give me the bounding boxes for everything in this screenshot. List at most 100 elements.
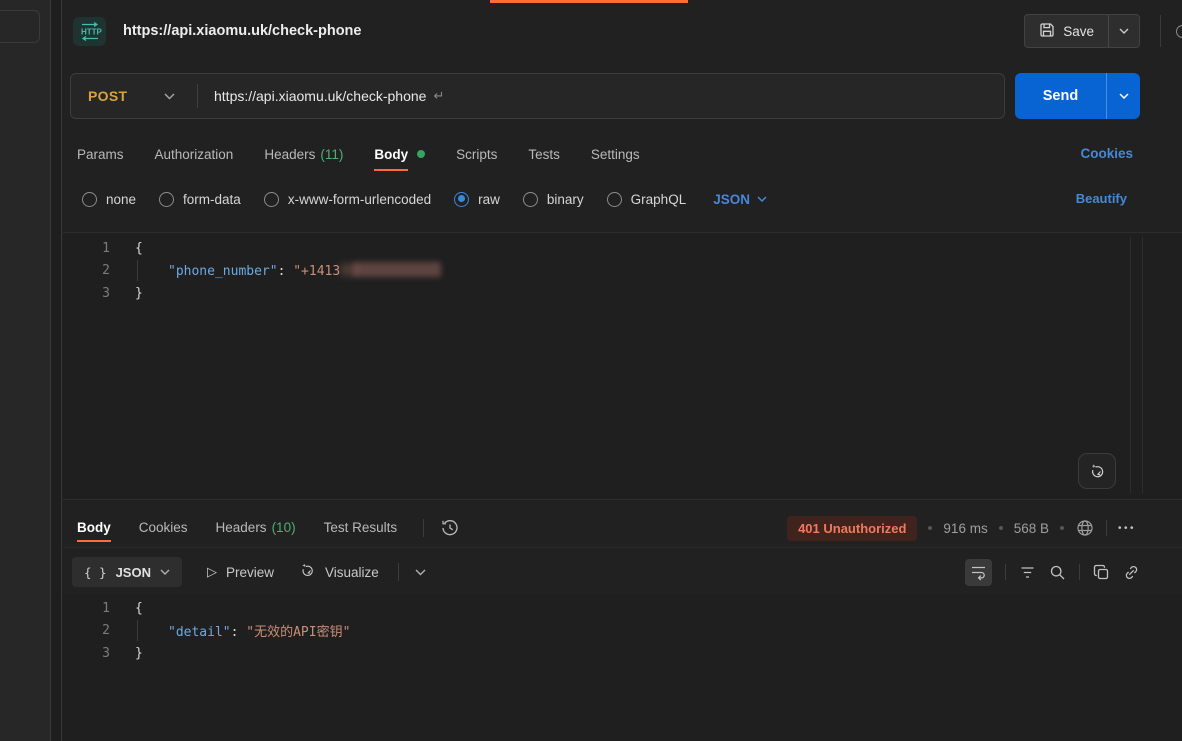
tab-headers[interactable]: Headers(11) <box>264 147 343 162</box>
save-button[interactable]: Save <box>1024 14 1140 48</box>
response-time[interactable]: 916 ms <box>943 521 987 536</box>
response-header-divider <box>423 519 424 537</box>
response-tab-body[interactable]: Body <box>77 520 111 535</box>
copy-icon[interactable] <box>1093 564 1110 581</box>
network-globe-icon[interactable] <box>1075 518 1095 538</box>
send-options-button[interactable] <box>1106 73 1140 119</box>
more-options-icon[interactable]: ••• <box>1118 523 1136 534</box>
link-icon[interactable] <box>1123 564 1140 581</box>
icons-divider <box>1079 564 1080 580</box>
send-button[interactable]: Send <box>1015 73 1140 119</box>
radio-none[interactable]: none <box>82 192 136 207</box>
radio-binary[interactable]: binary <box>523 192 584 207</box>
code-line: 2 "phone_number": "+141355 <box>63 260 1182 283</box>
radio-circle[interactable] <box>159 192 174 207</box>
save-icon <box>1039 22 1055 41</box>
sidebar-resize-rail[interactable] <box>52 0 62 741</box>
clipped-edge-icon <box>1176 25 1182 38</box>
search-icon[interactable] <box>1049 564 1066 581</box>
status-badge[interactable]: 401 Unauthorized <box>787 516 917 541</box>
send-button-main[interactable]: Send <box>1015 73 1106 119</box>
raw-language-select[interactable]: JSON <box>713 192 767 207</box>
response-history-icon[interactable] <box>440 518 460 538</box>
radio-x-www-form-urlencoded[interactable]: x-www-form-urlencoded <box>264 192 431 207</box>
line-number: 2 <box>63 623 110 638</box>
save-button-main[interactable]: Save <box>1025 15 1108 47</box>
radio-circle[interactable] <box>264 192 279 207</box>
tab-tests[interactable]: Tests <box>528 147 560 162</box>
play-outline-icon: ▷ <box>207 564 217 580</box>
line-number: 3 <box>63 286 110 301</box>
json-separator: : <box>231 625 247 640</box>
separator-dot <box>928 526 932 530</box>
separator-dot <box>1060 526 1064 530</box>
radio-graphql[interactable]: GraphQL <box>607 192 687 207</box>
save-button-label: Save <box>1063 24 1094 39</box>
close-brace: } <box>135 646 143 661</box>
app-window: HTTP https://api.xiaomu.uk/check-phone S… <box>0 0 1182 741</box>
open-brace: { <box>135 601 143 616</box>
body-type-selector: none form-data x-www-form-urlencoded raw… <box>82 184 767 214</box>
response-status-group: 401 Unauthorized 916 ms 568 B ••• <box>787 508 1136 548</box>
status-divider <box>1106 520 1107 536</box>
radio-circle[interactable] <box>82 192 97 207</box>
method-chevron-down-icon[interactable] <box>164 93 175 100</box>
braces-icon: { } <box>84 565 107 580</box>
radio-raw[interactable]: raw <box>454 192 500 207</box>
visualize-button[interactable]: Visualize <box>299 562 379 582</box>
response-tab-headers[interactable]: Headers(10) <box>216 520 296 535</box>
response-body-viewer[interactable]: 1 { 2 "detail": "无效的API密钥" 3 } <box>63 595 1182 741</box>
close-brace: } <box>135 286 143 301</box>
request-header: HTTP https://api.xiaomu.uk/check-phone S… <box>63 0 1182 62</box>
tab-params[interactable]: Params <box>77 147 124 162</box>
url-divider <box>197 84 198 108</box>
save-options-button[interactable] <box>1108 15 1139 47</box>
radio-circle[interactable] <box>523 192 538 207</box>
toolbar-chevron-down-icon[interactable] <box>415 569 426 576</box>
response-tab-cookies[interactable]: Cookies <box>139 520 188 535</box>
url-input[interactable]: https://api.xiaomu.uk/check-phone <box>214 88 426 104</box>
tab-settings[interactable]: Settings <box>591 147 640 162</box>
code-line: 1 { <box>63 597 1182 620</box>
wrap-text-icon[interactable] <box>965 559 992 586</box>
line-number: 1 <box>63 241 110 256</box>
postbot-button[interactable] <box>1078 453 1116 489</box>
json-key: "detail" <box>168 625 231 640</box>
tab-scripts[interactable]: Scripts <box>456 147 497 162</box>
tab-authorization[interactable]: Authorization <box>155 147 234 162</box>
editor-scroll-track[interactable] <box>1142 237 1143 493</box>
cookies-link[interactable]: Cookies <box>1080 135 1133 173</box>
indent-guide <box>137 260 138 281</box>
request-tabs: Params Authorization Headers(11) Body Sc… <box>77 135 640 173</box>
tab-body[interactable]: Body <box>374 147 425 162</box>
beautify-link[interactable]: Beautify <box>1076 184 1127 214</box>
radio-form-data[interactable]: form-data <box>159 192 241 207</box>
sidebar-collapsed-item[interactable] <box>0 10 40 43</box>
chevron-down-icon <box>160 569 170 575</box>
line-number: 1 <box>63 601 110 616</box>
header-divider <box>1160 15 1161 47</box>
editor-annotation-rail <box>1130 237 1131 493</box>
body-modified-dot <box>417 150 425 158</box>
redaction-blur <box>353 262 441 277</box>
json-value: "无效的API密钥" <box>246 625 350 640</box>
indent-guide <box>137 620 138 641</box>
request-body-editor[interactable]: 1 { 2 "phone_number": "+141355 3 } <box>63 232 1182 500</box>
response-action-icons <box>965 553 1140 591</box>
filter-icon[interactable] <box>1019 564 1036 581</box>
radio-circle[interactable] <box>607 192 622 207</box>
radio-circle-selected[interactable] <box>454 192 469 207</box>
response-header: Body Cookies Headers(10) Test Results 40… <box>63 508 1182 548</box>
line-number: 3 <box>63 646 110 661</box>
json-value-visible: "+1413 <box>293 264 340 279</box>
response-format-select[interactable]: { } JSON <box>72 557 182 587</box>
method-selector[interactable]: POST <box>71 88 164 104</box>
request-url-bar[interactable]: POST https://api.xiaomu.uk/check-phone ↵ <box>70 73 1005 119</box>
response-tab-test-results[interactable]: Test Results <box>324 520 398 535</box>
json-separator: : <box>278 264 294 279</box>
response-format-label: JSON <box>116 565 151 580</box>
magic-sparkle-icon <box>299 562 316 582</box>
left-sidebar <box>0 0 51 741</box>
preview-button[interactable]: ▷ Preview <box>207 564 274 580</box>
response-size[interactable]: 568 B <box>1014 521 1049 536</box>
